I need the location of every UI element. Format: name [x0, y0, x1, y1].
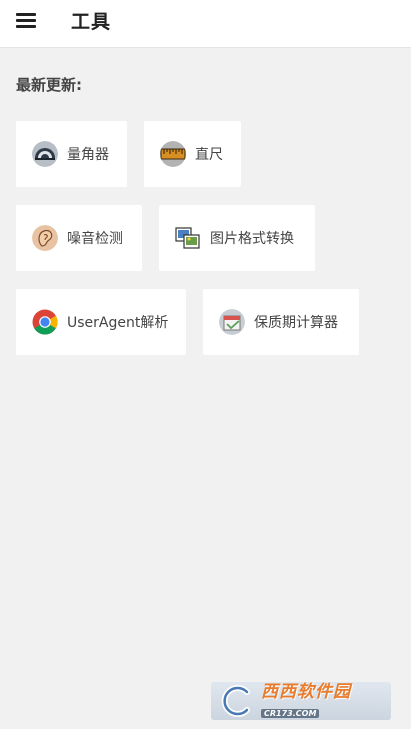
tool-label: 保质期计算器 [254, 315, 338, 331]
tool-card-useragent[interactable]: UserAgent解析 [16, 289, 186, 355]
tool-card-shelf-life[interactable]: 保质期计算器 [203, 289, 359, 355]
tool-label: 噪音检测 [67, 231, 123, 247]
tool-label: 量角器 [67, 147, 109, 163]
app-bar: 工具 [0, 0, 411, 48]
chrome-icon [32, 309, 58, 335]
tool-label: UserAgent解析 [67, 315, 169, 331]
tool-label: 直尺 [195, 147, 223, 163]
tool-label: 图片格式转换 [210, 231, 294, 247]
ruler-icon [160, 141, 186, 167]
tool-card-image-convert[interactable]: 图片格式转换 [159, 205, 315, 271]
menu-icon[interactable] [16, 10, 38, 30]
ear-icon [32, 225, 58, 251]
watermark-logo: 西西软件园 CR173.COM [211, 682, 391, 720]
protractor-icon [32, 141, 58, 167]
watermark-c-icon [217, 684, 261, 718]
image-convert-icon [175, 225, 201, 251]
calendar-icon [219, 309, 245, 335]
tool-card-ruler[interactable]: 直尺 [144, 121, 241, 187]
page-title: 工具 [71, 11, 112, 33]
watermark-sub: CR173.COM [261, 708, 320, 718]
watermark-text: 西西软件园 [261, 681, 351, 702]
section-title: 最新更新: [16, 76, 82, 94]
tool-card-protractor[interactable]: 量角器 [16, 121, 127, 187]
tool-card-noise-detect[interactable]: 噪音检测 [16, 205, 142, 271]
